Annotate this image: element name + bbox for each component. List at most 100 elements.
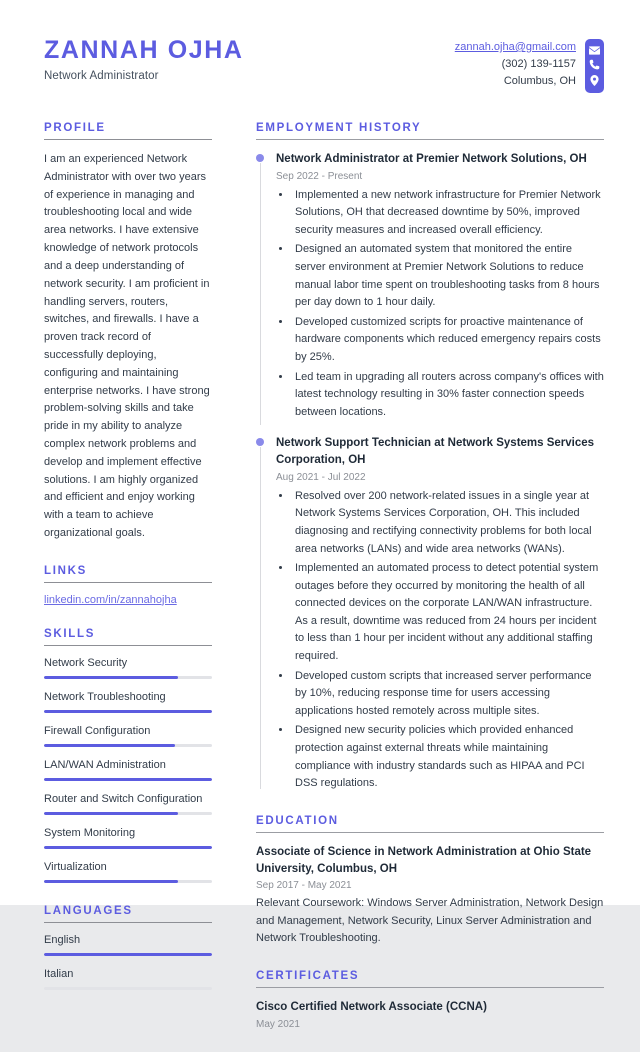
languages-section-title: LANGUAGES: [44, 904, 133, 917]
skill-level-track: [44, 879, 212, 883]
skill-label: Firewall Configuration: [44, 724, 151, 737]
employment-entry-heading: Network Administrator at Premier Network…: [276, 153, 587, 165]
header-identity: ZANNAH OJHA Network Administrator: [44, 36, 244, 82]
employment-bullet: Implemented an automated process to dete…: [292, 560, 604, 666]
employment-entry-date: Sep 2022 - Present: [276, 170, 363, 182]
section-employment: EMPLOYMENT HISTORY Network Administrator…: [256, 122, 604, 793]
section-links: LINKS linkedin.com/in/zannahojha: [44, 565, 212, 606]
skill-label: Virtualization: [44, 860, 107, 873]
employment-bullet-list: Resolved over 200 network-related issues…: [292, 488, 604, 793]
section-languages: LANGUAGES English Italian: [44, 905, 212, 990]
resume-body: PROFILE I am an experienced Network Admi…: [0, 108, 640, 1052]
skill-label: Network Troubleshooting: [44, 690, 166, 703]
skill-level-track: [44, 709, 212, 713]
employment-section-title: EMPLOYMENT HISTORY: [256, 122, 422, 134]
skill-label: Network Security: [44, 656, 128, 669]
employment-entry-heading: Network Support Technician at Network Sy…: [276, 437, 595, 467]
skills-section-title: SKILLS: [44, 627, 96, 640]
skill-level-track: [44, 743, 212, 747]
education-section-title: EDUCATION: [256, 814, 339, 827]
skill-row: Router and Switch Configuration: [44, 793, 212, 815]
contact-email[interactable]: zannah.ojha@gmail.com: [455, 41, 576, 53]
skill-level-track: [44, 986, 212, 990]
employment-bullet: Implemented a new network infrastructure…: [292, 187, 604, 240]
envelope-icon: [589, 46, 600, 55]
contact-lines: zannah.ojha@gmail.com (302) 139-1157 Col…: [455, 39, 585, 90]
skill-level-fill: [44, 879, 179, 883]
employment-bullet: Developed customized scripts for proacti…: [292, 314, 604, 367]
section-education: EDUCATION Associate of Science in Networ…: [256, 815, 604, 948]
contact-block: zannah.ojha@gmail.com (302) 139-1157 Col…: [455, 39, 604, 93]
contact-location: Columbus, OH: [503, 75, 576, 88]
employment-bullet: Designed an automated system that monito…: [292, 241, 604, 311]
education-entry-date: Sep 2017 - May 2021: [256, 880, 352, 892]
employment-entry-date: Aug 2021 - Jul 2022: [276, 471, 366, 483]
employment-list: Network Administrator at Premier Network…: [256, 151, 604, 793]
education-entry-description: Relevant Coursework: Windows Server Admi…: [256, 897, 604, 945]
skill-label: Router and Switch Configuration: [44, 792, 203, 805]
skill-row: Network Troubleshooting: [44, 691, 212, 713]
employment-bullet-list: Implemented a new network infrastructure…: [292, 187, 604, 422]
skills-list: Network Security Network Troubleshooting F…: [44, 657, 212, 883]
skill-row: Italian: [44, 968, 212, 990]
education-list: Associate of Science in Network Administ…: [256, 844, 604, 948]
section-certificates: CERTIFICATES Cisco Certified Network Ass…: [256, 970, 604, 1030]
certificate-entry-heading: Cisco Certified Network Associate (CCNA): [256, 1000, 487, 1013]
employment-divider: [256, 139, 604, 140]
education-divider: [256, 831, 604, 833]
links-section-title: LINKS: [44, 564, 87, 577]
employment-bullet: Developed custom scripts that increased …: [292, 668, 604, 721]
skill-level-track: [44, 811, 212, 815]
phone-icon: [589, 59, 600, 70]
certificates-divider: [256, 986, 604, 988]
profile-divider: [44, 139, 212, 140]
skill-level-track: [44, 952, 212, 956]
skill-level-fill: [44, 845, 212, 849]
skill-level-fill: [44, 777, 212, 781]
links-divider: [44, 581, 212, 583]
skill-row: Firewall Configuration: [44, 725, 212, 747]
skill-row: LAN/WAN Administration: [44, 759, 212, 781]
skill-label: Italian: [44, 967, 74, 980]
languages-divider: [44, 921, 212, 923]
location-pin-icon: [590, 74, 599, 86]
profile-text: I am an experienced Network Administrato…: [44, 153, 210, 540]
skill-row: Virtualization: [44, 861, 212, 883]
resume-header: ZANNAH OJHA Network Administrator zannah…: [0, 0, 640, 108]
main-content: EMPLOYMENT HISTORY Network Administrator…: [232, 122, 604, 1052]
skill-level-track: [44, 777, 212, 781]
languages-list: English Italian: [44, 934, 212, 990]
employment-entry: Network Support Technician at Network Sy…: [256, 435, 604, 792]
skill-row: Network Security: [44, 657, 212, 679]
contact-phone: (302) 139-1157: [501, 58, 576, 71]
skill-level-fill: [44, 743, 176, 747]
candidate-name: ZANNAH OJHA: [44, 36, 244, 64]
section-profile: PROFILE I am an experienced Network Admi…: [44, 122, 212, 543]
skills-divider: [44, 644, 212, 646]
employment-bullet: Resolved over 200 network-related issues…: [292, 488, 604, 558]
skill-label: LAN/WAN Administration: [44, 758, 166, 771]
resume-page: ZANNAH OJHA Network Administrator zannah…: [0, 0, 640, 1030]
employment-entry: Network Administrator at Premier Network…: [256, 151, 604, 426]
candidate-job-title: Network Administrator: [44, 69, 159, 82]
link-item[interactable]: linkedin.com/in/zannahojha: [44, 594, 212, 606]
skill-level-fill: [44, 709, 212, 713]
certificate-entry: Cisco Certified Network Associate (CCNA)…: [256, 999, 604, 1030]
skill-level-fill: [44, 811, 179, 815]
education-entry-heading: Associate of Science in Network Administ…: [256, 845, 592, 875]
skill-row: System Monitoring: [44, 827, 212, 849]
profile-section-title: PROFILE: [44, 122, 106, 134]
skill-level-fill: [44, 675, 179, 679]
education-entry: Associate of Science in Network Administ…: [256, 844, 604, 948]
skill-level-track: [44, 845, 212, 849]
skill-label: English: [44, 933, 81, 946]
skill-label: System Monitoring: [44, 826, 136, 839]
certificates-section-title: CERTIFICATES: [256, 969, 360, 982]
section-skills: SKILLS Network Security Network Troublesh…: [44, 628, 212, 883]
employment-bullet: Led team in upgrading all routers across…: [292, 369, 604, 422]
skill-level-track: [44, 675, 212, 679]
skill-row: English: [44, 934, 212, 956]
skill-level-fill: [44, 952, 212, 956]
contact-icon-badge: [585, 39, 604, 93]
contact-email-row: zannah.ojha@gmail.com: [455, 39, 576, 56]
